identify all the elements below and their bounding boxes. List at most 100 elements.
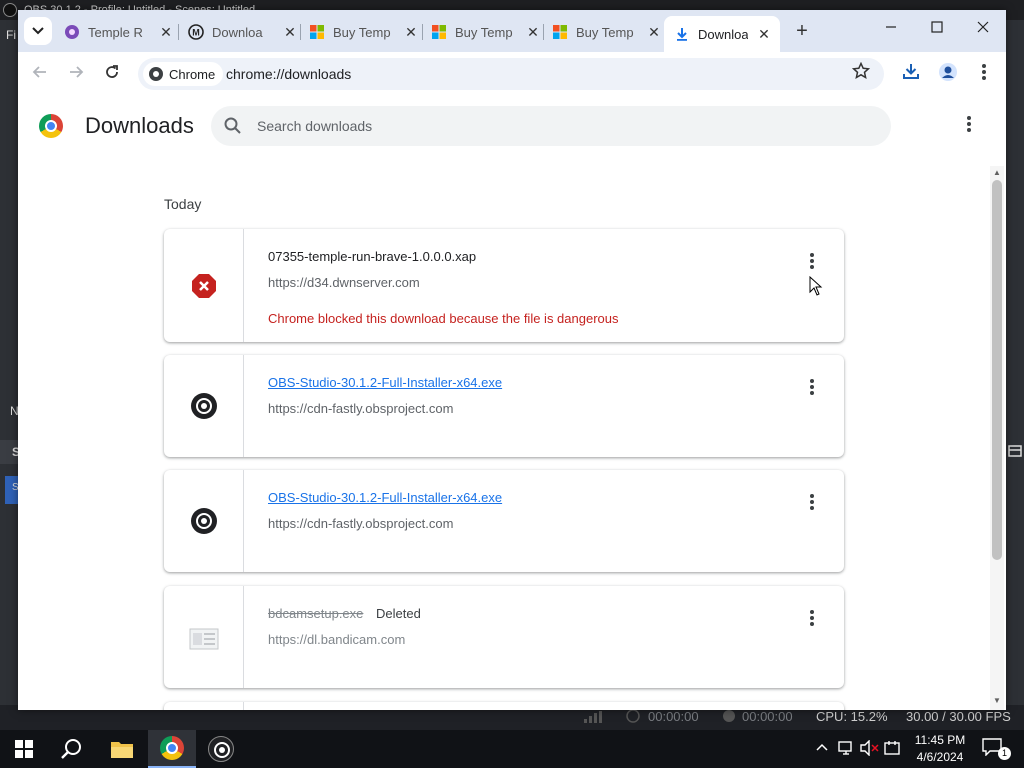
bookmark-star-icon[interactable] (851, 61, 871, 85)
download-filename: bdcamsetup.exe (268, 606, 364, 621)
microsoft-icon (310, 25, 324, 39)
m-logo-icon: M (188, 24, 204, 40)
page-scrollbar[interactable]: ▲ ▼ (990, 166, 1004, 710)
kebab-menu-icon (982, 62, 986, 82)
download-source-url[interactable]: https://d34.dwnserver.com (268, 275, 420, 290)
tab-label: Temple R (88, 24, 143, 40)
search-downloads-input[interactable]: Search downloads (211, 106, 891, 146)
download-source-url[interactable]: https://dl.bandicam.com (268, 632, 405, 647)
arrow-right-icon (70, 66, 84, 78)
taskbar-obs[interactable] (197, 730, 245, 768)
download-icon-column (164, 355, 244, 457)
profile-avatar-icon (939, 63, 957, 81)
download-filename-link[interactable]: OBS-Studio-30.1.2-Full-Installer-x64.exe (268, 375, 502, 390)
chrome-logo-icon (39, 114, 63, 138)
tab-buy-temple-2[interactable]: Buy Temp ✕ (431, 16, 543, 48)
close-icon[interactable]: ✕ (156, 24, 176, 41)
tab-separator (300, 24, 301, 40)
browser-toolbar: Chrome chrome://downloads (18, 52, 1006, 96)
network-icon[interactable] (838, 740, 856, 759)
reload-button[interactable] (100, 62, 124, 86)
close-icon[interactable]: ✕ (280, 24, 300, 41)
tab-downloads-active[interactable]: Downloa ✕ (664, 16, 780, 52)
tab-label: Buy Temp (455, 24, 513, 40)
tray-overflow-chevron-icon[interactable] (816, 741, 828, 755)
volume-muted-icon[interactable] (860, 739, 880, 759)
start-button[interactable] (0, 730, 48, 768)
tab-separator (422, 24, 423, 40)
close-icon (977, 21, 989, 33)
obs-scene-item[interactable]: S (5, 476, 19, 504)
scroll-thumb[interactable] (992, 180, 1002, 560)
url-text[interactable]: chrome://downloads (226, 66, 351, 82)
tab-buy-temple-1[interactable]: Buy Temp ✕ (309, 16, 421, 48)
download-icon-column (164, 702, 244, 710)
windows-taskbar: 11:45 PM 4/6/2024 1 (0, 730, 1024, 768)
tab-search-button[interactable] (24, 17, 52, 45)
downloads-more-actions-button[interactable] (961, 114, 977, 140)
scroll-down-arrow-icon[interactable]: ▼ (993, 696, 1001, 705)
maximize-button[interactable] (922, 20, 952, 42)
close-icon[interactable]: ✕ (754, 26, 774, 43)
notification-count-badge: 1 (998, 747, 1011, 760)
address-bar[interactable]: Chrome chrome://downloads (138, 58, 884, 90)
back-button[interactable] (28, 62, 52, 86)
system-clock[interactable]: 11:45 PM 4/6/2024 (904, 732, 976, 766)
notifications-button[interactable]: 1 (982, 738, 1011, 760)
close-icon[interactable]: ✕ (644, 24, 664, 41)
download-item-menu-button[interactable] (804, 251, 820, 271)
fps-counter: 30.00 / 30.00 FPS (906, 709, 1011, 724)
download-filename-link[interactable]: OBS-Studio-30.1.2-Full-Installer-x64.exe (268, 490, 502, 505)
obs-studio-icon (208, 736, 234, 762)
scroll-up-arrow-icon[interactable]: ▲ (993, 168, 1001, 177)
taskbar-search-button[interactable] (48, 730, 96, 768)
download-icon-column (164, 586, 244, 688)
forward-button[interactable] (64, 62, 88, 86)
clock-time: 11:45 PM (914, 733, 966, 747)
taskbar-chrome[interactable] (148, 730, 196, 768)
search-icon (61, 739, 81, 759)
download-icon-column (164, 229, 244, 342)
downloads-header: Downloads Search downloads (18, 96, 1006, 158)
download-source-url[interactable]: https://cdn-fastly.obsproject.com (268, 516, 453, 531)
chrome-menu-button[interactable] (972, 62, 996, 86)
arrow-left-icon (32, 66, 46, 78)
downloads-toolbar-button[interactable] (899, 62, 923, 86)
obs-dock-icon[interactable] (1008, 444, 1024, 462)
stream-status-icon (626, 709, 640, 726)
obs-studio-icon (191, 393, 217, 419)
svg-text:M: M (192, 28, 200, 38)
profile-button[interactable] (936, 62, 960, 86)
minimize-icon (886, 26, 896, 28)
close-icon[interactable]: ✕ (523, 24, 543, 41)
page-title: Downloads (85, 113, 194, 138)
download-item-menu-button[interactable] (804, 492, 820, 512)
tab-temple-run[interactable]: Temple R ✕ (64, 16, 176, 48)
cpu-usage: CPU: 15.2% (816, 709, 888, 724)
tab-separator (543, 24, 544, 40)
site-info-chip[interactable]: Chrome (143, 62, 224, 86)
obs-studio-icon (191, 508, 217, 534)
tab-download-site[interactable]: M Downloa ✕ (188, 16, 300, 48)
close-window-button[interactable] (968, 20, 998, 42)
minimize-button[interactable] (876, 20, 906, 42)
network-bars-icon (584, 711, 602, 726)
taskbar-file-explorer[interactable] (98, 730, 146, 768)
tab-label: Buy Temp (576, 24, 634, 40)
action-center-tray-icon[interactable] (884, 740, 900, 759)
download-item-menu-button[interactable] (804, 608, 820, 628)
download-item-partial (164, 702, 844, 710)
windows-logo-icon (15, 740, 33, 758)
download-icon (903, 64, 919, 79)
tab-label: Downloa (212, 24, 263, 40)
download-filename: 07355-temple-run-brave-1.0.0.0.xap (268, 249, 477, 264)
download-item-menu-button[interactable] (804, 377, 820, 397)
close-icon[interactable]: ✕ (401, 24, 421, 41)
download-source-url[interactable]: https://cdn-fastly.obsproject.com (268, 401, 453, 416)
download-icon (677, 28, 687, 41)
folder-icon (111, 742, 133, 758)
obs-menu-file[interactable]: Fi (6, 28, 16, 42)
search-icon (224, 117, 241, 134)
tab-buy-temple-3[interactable]: Buy Temp ✕ (552, 16, 664, 48)
new-tab-button[interactable]: + (790, 20, 814, 44)
